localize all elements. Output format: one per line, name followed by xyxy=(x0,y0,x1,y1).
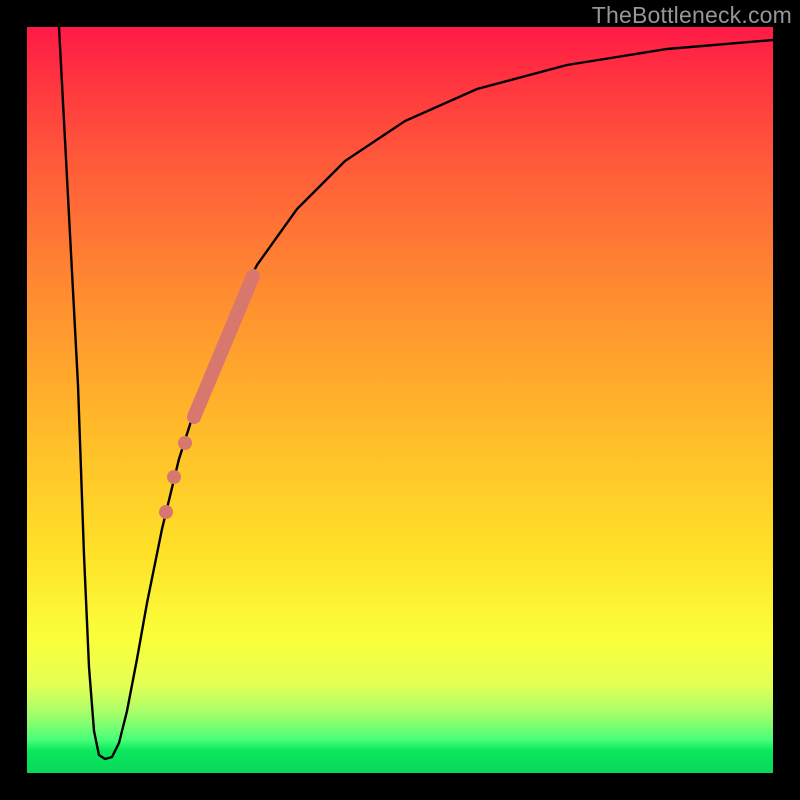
highlight-dot xyxy=(167,470,181,484)
bottleneck-curve xyxy=(59,27,773,759)
highlight-band xyxy=(194,276,253,417)
highlight-dot xyxy=(178,436,192,450)
chart-frame: TheBottleneck.com xyxy=(0,0,800,800)
plot-area xyxy=(27,27,773,773)
watermark-text: TheBottleneck.com xyxy=(592,2,792,29)
chart-svg xyxy=(27,27,773,773)
highlight-dot xyxy=(159,505,173,519)
